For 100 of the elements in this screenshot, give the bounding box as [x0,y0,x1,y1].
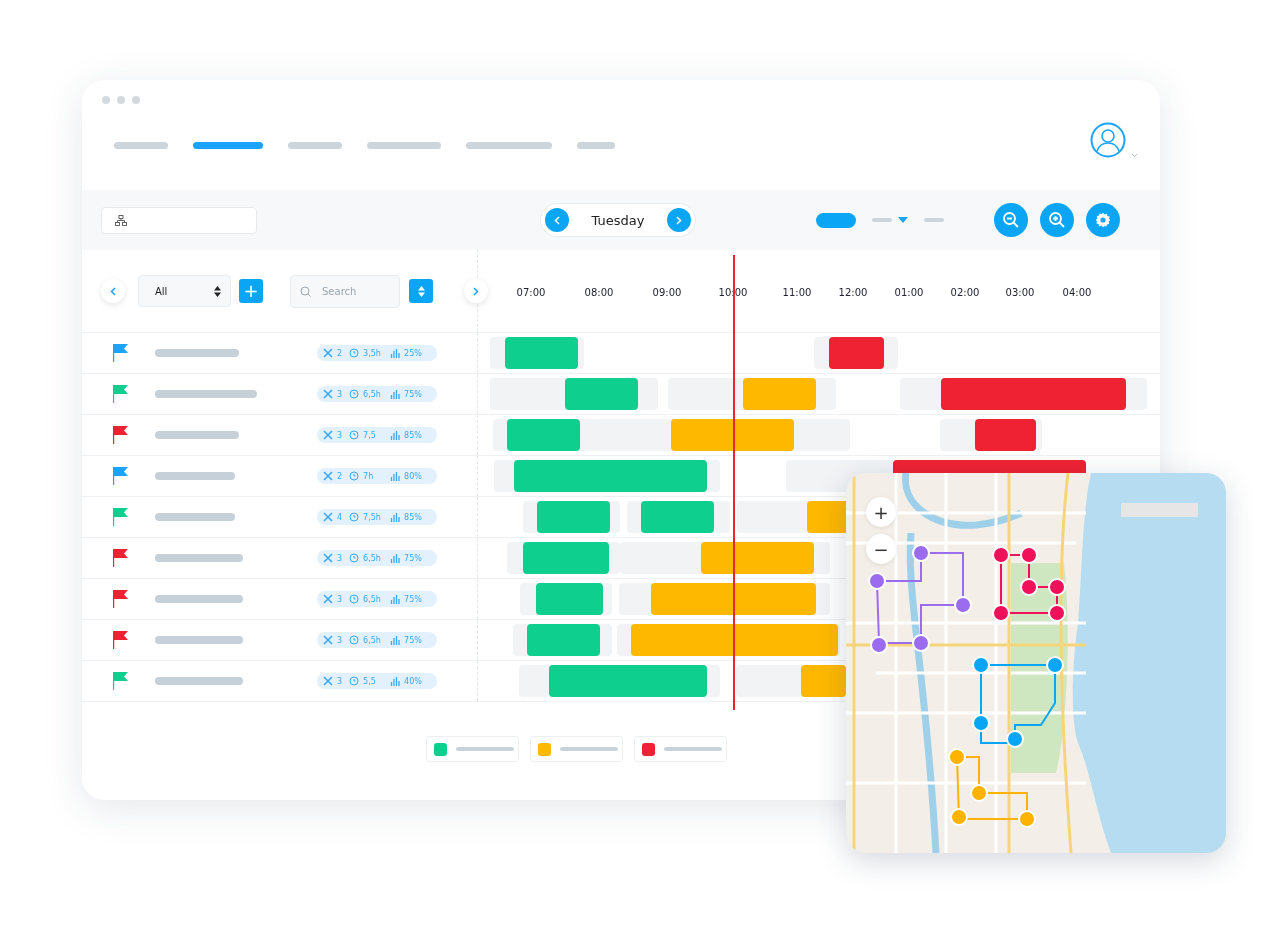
filter-select[interactable]: All [138,275,231,307]
tools-icon [323,635,333,645]
task-bar[interactable] [641,501,714,533]
nav-tab[interactable] [288,141,342,149]
dropdown-caret-icon[interactable] [898,217,908,223]
nav-tab[interactable] [466,141,552,149]
nav-tab[interactable] [367,141,441,149]
tools-count: 3 [337,553,343,563]
clock-icon [349,594,360,604]
task-bar[interactable] [523,542,609,574]
clock-icon [349,553,360,563]
load-percent: 85% [404,430,422,440]
bar-chart-icon [390,348,401,358]
tools-icon [323,430,333,440]
clock-icon [349,512,360,522]
view-option[interactable] [924,218,944,222]
task-bar[interactable] [549,665,707,697]
next-day-button[interactable] [667,208,691,232]
bar-chart-icon [390,553,401,563]
next-button[interactable] [464,279,488,303]
search-field[interactable]: Search [290,274,400,308]
duration-text: 7h [363,471,375,481]
duration-text: 5,5 [363,676,377,686]
bar-chart-icon [390,594,401,604]
route-drawing[interactable] [868,544,972,654]
clock-icon [349,635,360,645]
task-bar[interactable] [671,419,794,451]
chevron-left-icon [110,286,116,296]
view-option[interactable] [872,218,892,222]
hour-label: 09:00 [652,287,682,298]
view-option[interactable] [816,212,856,228]
duration-text: 7,5h [363,512,382,522]
hour-label: 01:00 [894,287,924,298]
load-percent: 80% [404,471,422,481]
route-drawing[interactable] [948,748,1036,828]
task-bar[interactable] [507,419,580,451]
search-icon [300,285,311,297]
clock-icon [349,676,360,686]
task-bar[interactable] [829,337,884,369]
task-bar[interactable] [537,501,610,533]
bar-chart-icon [390,676,401,686]
load-percent: 75% [404,389,422,399]
zoom-in-button[interactable] [1040,203,1074,237]
previous-button[interactable] [101,279,125,303]
task-bar[interactable] [527,624,600,656]
sort-arrows-icon [214,285,221,297]
window-dots-icon [102,96,140,104]
task-bar[interactable] [651,583,816,615]
legend-placeholder-bar [663,747,722,751]
hour-label: 07:00 [516,287,546,298]
tools-count: 3 [337,676,343,686]
tools-count: 3 [337,594,343,604]
sort-button[interactable] [409,279,433,303]
duration-text: 6,5h [363,594,382,604]
bar-chart-icon [390,512,401,522]
load-percent: 85% [404,512,422,522]
duration-text: 6,5h [363,389,382,399]
clock-icon [349,430,360,440]
task-bar[interactable] [536,583,603,615]
settings-icon [1095,212,1111,228]
previous-day-button[interactable] [545,208,569,232]
tools-icon [323,553,333,563]
nav-tab[interactable] [193,141,263,149]
hour-label: 02:00 [950,287,980,298]
tools-count: 3 [337,389,343,399]
task-bar[interactable] [801,665,846,697]
hour-label: 04:00 [1062,287,1092,298]
task-bar[interactable] [505,337,578,369]
hour-label: 11:00 [782,287,812,298]
task-bar[interactable] [941,378,1126,410]
tools-icon [323,389,333,399]
chevron-left-icon [554,215,560,225]
tools-count: 2 [337,471,343,481]
task-bar[interactable] [743,378,816,410]
hour-label: 12:00 [838,287,868,298]
load-percent: 25% [404,348,422,358]
hour-label: 08:00 [584,287,614,298]
duration-text: 6,5h [363,635,382,645]
route-drawing[interactable] [992,546,1066,622]
tools-icon [323,676,333,686]
group-field[interactable] [101,206,257,234]
nav-tab[interactable] [114,141,168,149]
tools-count: 3 [337,635,343,645]
route-drawing[interactable] [972,656,1064,748]
load-percent: 75% [404,635,422,645]
bar-chart-icon [390,471,401,481]
caret-icon[interactable] [1131,153,1138,158]
load-percent: 40% [404,676,422,686]
zoom-out-button[interactable] [994,203,1028,237]
map-zoom-out-button[interactable]: − [866,534,896,564]
task-bar[interactable] [565,378,638,410]
task-bar[interactable] [975,419,1036,451]
tools-icon [323,348,333,358]
map-zoom-in-button[interactable]: + [866,497,896,527]
settings-button[interactable] [1086,203,1120,237]
chevron-right-icon [473,286,479,296]
load-percent: 75% [404,594,422,604]
nav-tab[interactable] [577,141,615,149]
user-avatar-icon[interactable] [1090,122,1126,158]
task-bar[interactable] [701,542,814,574]
